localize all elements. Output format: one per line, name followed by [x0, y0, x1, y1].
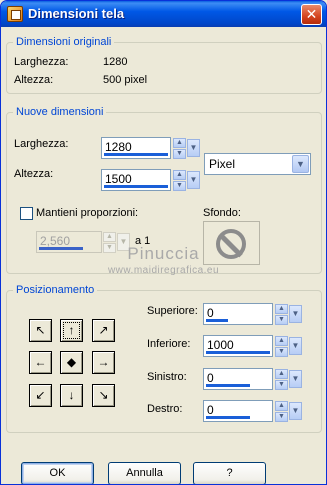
spin-down-icon[interactable]: ▼ [173, 149, 186, 159]
left-offset-dropdown[interactable]: ▼ [289, 370, 302, 388]
new-height-input[interactable]: 1500 [101, 169, 171, 191]
top-offset-label: Superiore: [147, 305, 198, 317]
close-button[interactable]: ✕ [301, 4, 322, 25]
anchor-top-left[interactable]: ↖ [29, 319, 52, 342]
arrow-down-left-icon: ↙ [35, 388, 46, 402]
spin-up-icon[interactable]: ▲ [275, 369, 288, 379]
top-offset-dropdown[interactable]: ▼ [289, 305, 302, 323]
bottom-offset-spinner[interactable]: ▲ ▼ [275, 336, 288, 357]
new-width-label: Larghezza: [14, 138, 69, 150]
placement-legend: Posizionamento [13, 284, 98, 296]
background-label: Sfondo: [203, 207, 241, 219]
anchor-bottom-left[interactable]: ↙ [29, 384, 52, 407]
new-width-input[interactable]: 1280 [101, 137, 171, 159]
right-offset-label: Destro: [147, 403, 183, 415]
help-button[interactable]: ? [193, 462, 266, 484]
spin-down-icon[interactable]: ▼ [275, 412, 288, 422]
window-title: Dimensioni tela [28, 6, 125, 21]
keep-proportions-checkbox[interactable] [20, 207, 33, 220]
spin-up-icon[interactable]: ▲ [173, 138, 186, 148]
unit-selected-value: Pixel [209, 157, 236, 171]
new-dimensions-legend: Nuove dimensioni [13, 106, 107, 118]
left-offset-spinner[interactable]: ▲ ▼ [275, 369, 288, 390]
original-width-value: 1280 [103, 56, 128, 68]
spin-up-icon[interactable]: ▲ [103, 232, 116, 242]
new-height-label: Altezza: [14, 168, 54, 180]
new-width-value-bar [104, 153, 168, 156]
bottom-offset-value: 1000 [207, 338, 234, 352]
anchor-bottom-center[interactable]: ↓ [60, 384, 83, 407]
chevron-down-icon[interactable]: ▼ [292, 155, 309, 173]
spin-up-icon[interactable]: ▲ [275, 336, 288, 346]
spin-down-icon[interactable]: ▼ [275, 315, 288, 325]
right-offset-value: 0 [207, 403, 214, 417]
ok-button[interactable]: OK [21, 462, 94, 484]
new-height-value: 1500 [105, 172, 132, 186]
original-dimensions-legend: Dimensioni originali [13, 36, 115, 48]
bottom-offset-input[interactable]: 1000 [203, 335, 273, 357]
new-width-value: 1280 [105, 140, 132, 154]
new-width-spinner[interactable]: ▲ ▼ [173, 138, 186, 159]
canvas-icon [7, 6, 23, 22]
spin-down-icon[interactable]: ▼ [173, 181, 186, 191]
bottom-offset-label: Inferiore: [147, 338, 191, 350]
dialog-window: Dimensioni tela ✕ Dimensioni originali L… [0, 0, 327, 485]
watermark-url: www.maidiregrafica.eu [107, 265, 220, 276]
title-bar[interactable]: Dimensioni tela ✕ [1, 1, 326, 27]
left-offset-value: 0 [207, 371, 214, 385]
bottom-offset-dropdown[interactable]: ▼ [289, 337, 302, 355]
placement-group: Posizionamento ↖ ↑ ↗ ← ◆ → ↙ ↓ ↘ Superio… [6, 284, 322, 433]
new-height-dropdown[interactable]: ▼ [187, 171, 200, 189]
new-height-spinner[interactable]: ▲ ▼ [173, 170, 186, 191]
arrow-up-right-icon: ↗ [98, 323, 109, 337]
top-offset-input[interactable]: 0 [203, 303, 273, 325]
close-icon: ✕ [305, 6, 318, 22]
right-offset-value-bar [206, 416, 250, 419]
right-offset-dropdown[interactable]: ▼ [289, 402, 302, 420]
unit-select[interactable]: Pixel ▼ [204, 153, 311, 175]
arrow-left-icon: ← [34, 355, 47, 369]
arrow-down-right-icon: ↘ [98, 388, 109, 402]
spin-up-icon[interactable]: ▲ [275, 304, 288, 314]
original-height-value: 500 pixel [103, 74, 148, 86]
left-offset-value-bar [206, 384, 250, 387]
anchor-top-right[interactable]: ↗ [92, 319, 115, 342]
arrow-up-icon: ↑ [68, 323, 75, 337]
spin-up-icon[interactable]: ▲ [173, 170, 186, 180]
right-offset-input[interactable]: 0 [203, 400, 273, 422]
anchor-center[interactable]: ◆ [60, 351, 83, 374]
new-height-value-bar [104, 185, 168, 188]
arrow-down-icon: ↓ [68, 388, 75, 402]
arrow-up-left-icon: ↖ [35, 323, 46, 337]
spin-down-icon[interactable]: ▼ [275, 347, 288, 357]
keep-proportions-label: Mantieni proporzioni: [36, 207, 139, 219]
anchor-top-center[interactable]: ↑ [60, 319, 83, 342]
center-diamond-icon: ◆ [66, 355, 77, 369]
bottom-offset-value-bar [206, 351, 270, 354]
right-offset-spinner[interactable]: ▲ ▼ [275, 401, 288, 422]
anchor-bottom-right[interactable]: ↘ [92, 384, 115, 407]
top-offset-value: 0 [207, 306, 214, 320]
top-offset-value-bar [206, 319, 228, 322]
cancel-button[interactable]: Annulla [108, 462, 181, 484]
original-width-label: Larghezza: [14, 56, 69, 68]
left-offset-label: Sinistro: [147, 371, 187, 383]
arrow-right-icon: → [97, 355, 110, 369]
spin-down-icon[interactable]: ▼ [275, 380, 288, 390]
original-height-label: Altezza: [14, 74, 54, 86]
top-offset-spinner[interactable]: ▲ ▼ [275, 304, 288, 325]
original-dimensions-group: Dimensioni originali Larghezza: 1280 Alt… [6, 36, 322, 94]
spin-up-icon[interactable]: ▲ [275, 401, 288, 411]
anchor-middle-right[interactable]: → [92, 351, 115, 374]
new-width-dropdown[interactable]: ▼ [187, 139, 200, 157]
watermark-name: Pinuccia [127, 244, 200, 263]
left-offset-input[interactable]: 0 [203, 368, 273, 390]
anchor-middle-left[interactable]: ← [29, 351, 52, 374]
